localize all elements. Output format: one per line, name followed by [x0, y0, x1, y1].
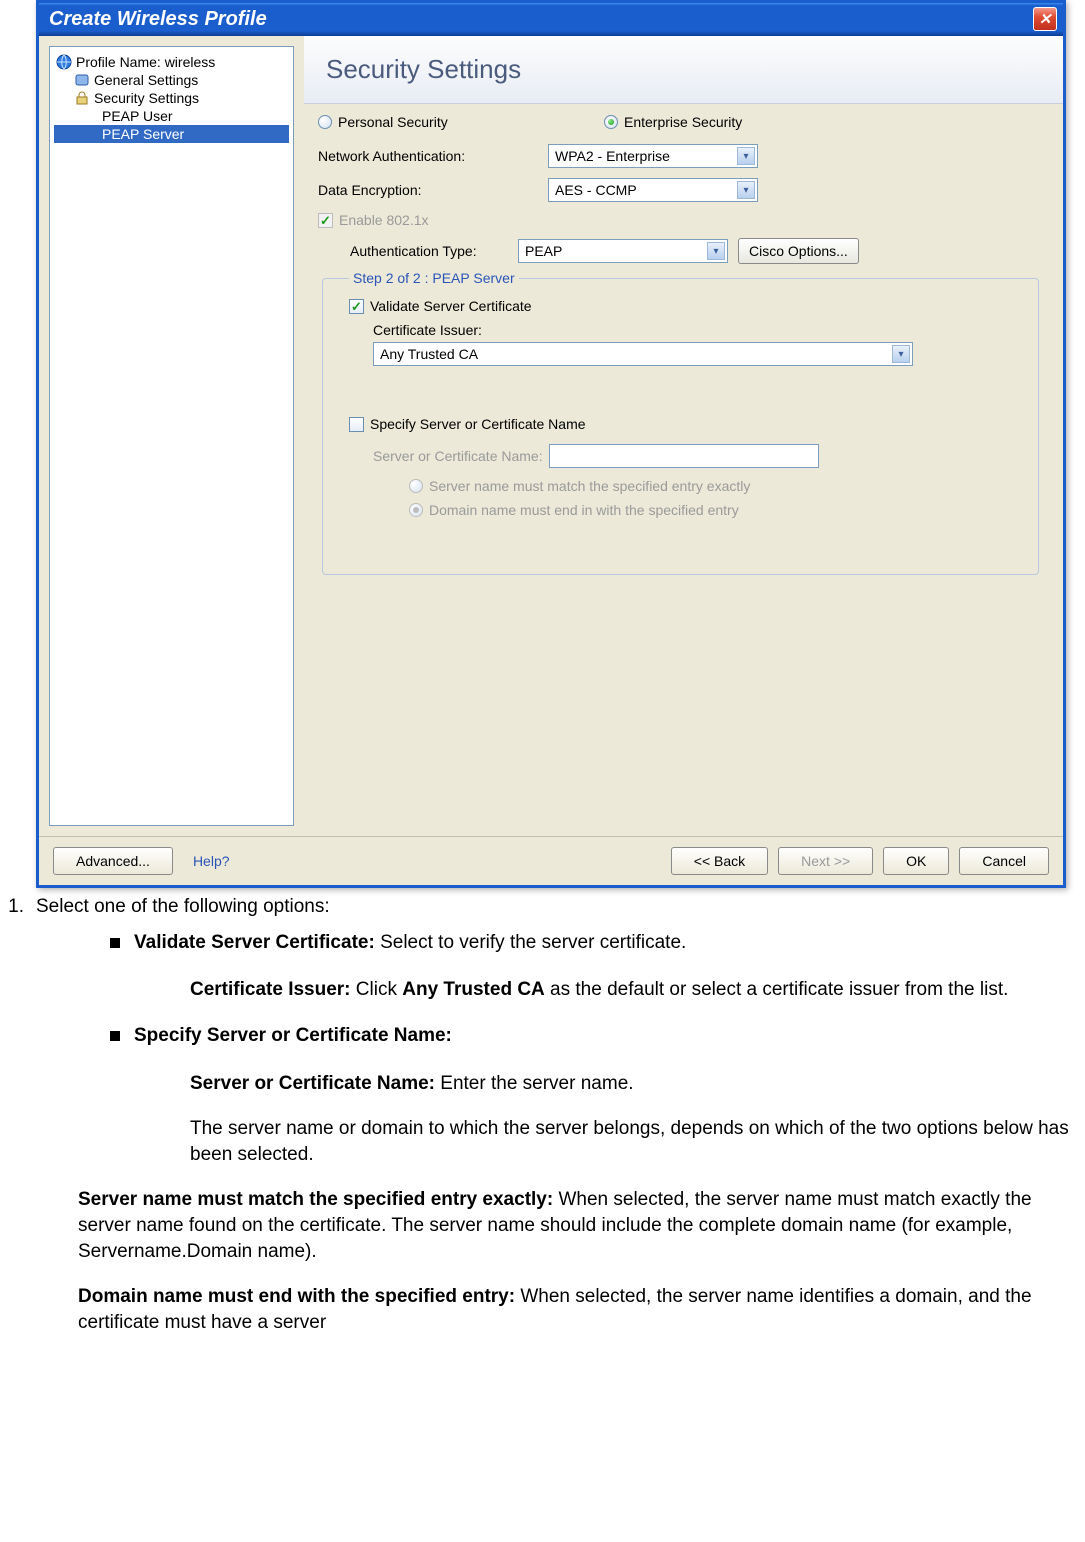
- radio-personal-security[interactable]: [318, 115, 332, 129]
- network-auth-label: Network Authentication:: [318, 148, 548, 164]
- radio-label: Enterprise Security: [624, 114, 742, 130]
- sub-text: The server name or domain to which the s…: [190, 1116, 1085, 1167]
- select-value: PEAP: [525, 243, 562, 259]
- server-name-input[interactable]: [549, 444, 819, 468]
- enable-8021x-label: Enable 802.1x: [339, 212, 429, 228]
- network-auth-select[interactable]: WPA2 - Enterprise ▾: [548, 144, 758, 168]
- specify-server-name-label: Specify Server or Certificate Name: [370, 416, 586, 432]
- cert-issuer-select[interactable]: Any Trusted CA ▾: [373, 342, 913, 366]
- dialog-window: Create Wireless Profile ✕ Profile Name: …: [36, 0, 1066, 888]
- next-button: Next >>: [778, 847, 873, 875]
- advanced-button[interactable]: Advanced...: [53, 847, 173, 875]
- para-text: Domain name must end with the specified …: [78, 1284, 1085, 1335]
- chevron-down-icon: ▾: [707, 242, 725, 260]
- radio-enterprise-security[interactable]: [604, 115, 618, 129]
- cert-issuer-label: Certificate Issuer:: [349, 322, 1024, 338]
- cisco-options-button[interactable]: Cisco Options...: [738, 238, 859, 264]
- radio-label: Personal Security: [338, 114, 448, 130]
- nav-tree: Profile Name: wireless General Settings …: [49, 46, 294, 826]
- main-panel: Security Settings Personal Security Ente…: [304, 36, 1063, 836]
- validate-cert-checkbox[interactable]: [349, 299, 364, 314]
- list-number: 1.: [0, 894, 36, 920]
- tree-label: PEAP Server: [102, 126, 184, 142]
- tree-label: PEAP User: [102, 108, 173, 124]
- radio-label: Domain name must end in with the specifi…: [429, 502, 739, 518]
- page-title: Security Settings: [304, 36, 1063, 104]
- step-groupbox: Step 2 of 2 : PEAP Server Validate Serve…: [322, 270, 1039, 575]
- sub-text: Server or Certificate Name: Enter the se…: [190, 1071, 1085, 1097]
- bullet-text: Validate Server Certificate: Select to v…: [134, 930, 686, 956]
- bullet-icon: [110, 1031, 120, 1041]
- tree-item-general[interactable]: General Settings: [54, 71, 289, 89]
- close-icon: ✕: [1039, 10, 1052, 28]
- cancel-button[interactable]: Cancel: [959, 847, 1049, 875]
- chevron-down-icon: ▾: [892, 345, 910, 363]
- tree-item-security[interactable]: Security Settings: [54, 89, 289, 107]
- tree-item-peap-server[interactable]: PEAP Server: [54, 125, 289, 143]
- bullet-text: Specify Server or Certificate Name:: [134, 1023, 452, 1049]
- titlebar[interactable]: Create Wireless Profile ✕: [39, 3, 1063, 36]
- sidebar: Profile Name: wireless General Settings …: [39, 36, 304, 836]
- tree-item-profile[interactable]: Profile Name: wireless: [54, 53, 289, 71]
- close-button[interactable]: ✕: [1033, 7, 1057, 31]
- radio-label: Server name must match the specified ent…: [429, 478, 750, 494]
- tree-label: Security Settings: [94, 90, 199, 106]
- enable-8021x-checkbox: [318, 213, 333, 228]
- tree-label: General Settings: [94, 72, 198, 88]
- lock-icon: [74, 90, 90, 106]
- auth-type-select[interactable]: PEAP ▾: [518, 239, 728, 263]
- chevron-down-icon: ▾: [737, 181, 755, 199]
- data-encryption-label: Data Encryption:: [318, 182, 548, 198]
- dialog-footer: Advanced... Help? << Back Next >> OK Can…: [39, 836, 1063, 885]
- globe-icon: [56, 54, 72, 70]
- bullet-icon: [110, 938, 120, 948]
- settings-icon: [74, 72, 90, 88]
- ok-button[interactable]: OK: [883, 847, 949, 875]
- window-title: Create Wireless Profile: [49, 8, 267, 31]
- validate-cert-label: Validate Server Certificate: [370, 298, 532, 314]
- select-value: AES - CCMP: [555, 182, 637, 198]
- radio-domain-ends: [409, 503, 423, 517]
- instructions-text: 1. Select one of the following options: …: [0, 894, 1085, 1336]
- auth-type-label: Authentication Type:: [318, 243, 518, 259]
- sub-text: Certificate Issuer: Click Any Trusted CA…: [190, 977, 1085, 1003]
- back-button[interactable]: << Back: [671, 847, 768, 875]
- tree-label: Profile Name: wireless: [76, 54, 215, 70]
- list-lead: Select one of the following options:: [36, 894, 330, 920]
- select-value: Any Trusted CA: [380, 346, 478, 362]
- specify-server-name-checkbox[interactable]: [349, 417, 364, 432]
- radio-match-exactly: [409, 479, 423, 493]
- step-legend: Step 2 of 2 : PEAP Server: [349, 270, 519, 286]
- chevron-down-icon: ▾: [737, 147, 755, 165]
- select-value: WPA2 - Enterprise: [555, 148, 670, 164]
- server-name-label: Server or Certificate Name:: [373, 448, 543, 464]
- data-encryption-select[interactable]: AES - CCMP ▾: [548, 178, 758, 202]
- help-link[interactable]: Help?: [193, 853, 230, 869]
- para-text: Server name must match the specified ent…: [78, 1187, 1085, 1264]
- tree-item-peap-user[interactable]: PEAP User: [54, 107, 289, 125]
